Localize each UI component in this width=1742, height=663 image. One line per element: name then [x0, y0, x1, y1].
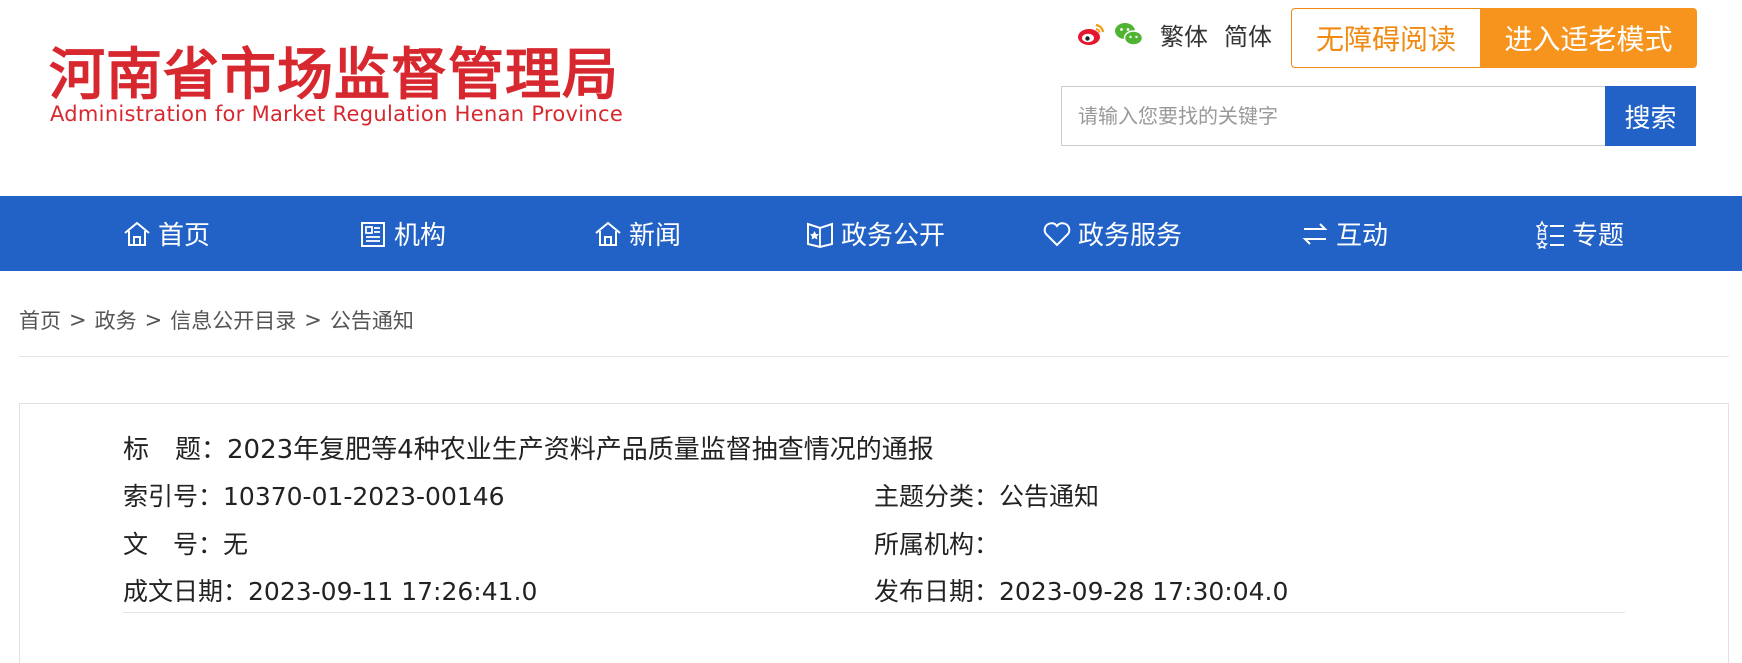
- published-date-label: 发布日期：: [874, 577, 1000, 606]
- doc-number-label: 文 号：: [123, 530, 224, 559]
- breadcrumb-divider: [19, 356, 1729, 357]
- published-date-row: 发布日期：2023-09-28 17:30:04.0: [874, 572, 1288, 608]
- nav-item-label: 政务服务: [1078, 221, 1183, 251]
- site-header: 河南省市场监督管理局 Administration for Market Reg…: [0, 0, 1742, 196]
- category-value: 公告通知: [999, 482, 1100, 511]
- top-tools: 繁体 简体: [1076, 14, 1280, 54]
- document-info-panel: 标 题：2023年复肥等4种农业生产资料产品质量监督抽查情况的通报 索引号：10…: [19, 403, 1729, 663]
- wechat-icon[interactable]: [1114, 19, 1144, 49]
- info-divider: [123, 612, 1625, 613]
- nav-item-service[interactable]: 政务服务: [1042, 196, 1182, 271]
- breadcrumb-item-home[interactable]: 首页: [19, 305, 61, 335]
- org-label: 所属机构：: [874, 530, 1000, 559]
- weibo-icon[interactable]: [1076, 19, 1106, 49]
- index-number-value: 10370-01-2023-00146: [223, 482, 505, 511]
- nav-item-home[interactable]: 首页: [122, 196, 210, 271]
- site-logo-en[interactable]: Administration for Market Regulation Hen…: [50, 102, 623, 126]
- document-title-row: 标 题：2023年复肥等4种农业生产资料产品质量监督抽查情况的通报: [123, 429, 934, 466]
- nav-item-label: 新闻: [629, 221, 682, 251]
- nav-item-label: 互动: [1336, 221, 1389, 251]
- nav-item-news[interactable]: 新闻: [593, 196, 681, 271]
- index-number-label: 索引号：: [123, 482, 224, 511]
- home-icon: [124, 221, 150, 246]
- category-row: 主题分类：公告通知: [874, 477, 1099, 513]
- lang-traditional-link[interactable]: 繁体: [1160, 17, 1208, 52]
- lang-simplified-link[interactable]: 简体: [1224, 17, 1272, 52]
- accessibility-button[interactable]: 无障碍阅读: [1291, 8, 1481, 68]
- nav-item-open-gov[interactable]: 政务公开: [805, 196, 945, 271]
- breadcrumb: 首页 > 政务 > 信息公开目录 > 公告通知: [19, 305, 414, 335]
- main-nav: 首页 机构 新闻 政务公开 政务服务 互动 专题: [0, 196, 1742, 271]
- breadcrumb-separator: >: [144, 308, 163, 332]
- exchange-icon: [1302, 222, 1328, 245]
- org-row: 所属机构：: [874, 525, 999, 561]
- created-date-row: 成文日期：2023-09-11 17:26:41.0: [123, 572, 537, 608]
- published-date-value: 2023-09-28 17:30:04.0: [999, 577, 1289, 606]
- search-input[interactable]: [1061, 86, 1606, 146]
- document-title-label: 标 题：: [123, 435, 228, 465]
- nav-item-org[interactable]: 机构: [358, 196, 446, 271]
- nav-item-label: 政务公开: [841, 221, 946, 251]
- elder-mode-button[interactable]: 进入适老模式: [1480, 8, 1697, 68]
- nav-item-label: 首页: [158, 221, 211, 251]
- org-icon: [361, 221, 385, 247]
- news-icon: [595, 221, 621, 246]
- topic-icon: [1536, 219, 1564, 249]
- breadcrumb-item-catalog[interactable]: 信息公开目录: [170, 305, 296, 335]
- created-date-label: 成文日期：: [123, 577, 249, 606]
- nav-item-interact[interactable]: 互动: [1300, 196, 1388, 271]
- heart-icon: [1043, 221, 1071, 246]
- breadcrumb-item-gov[interactable]: 政务: [95, 305, 137, 335]
- nav-item-label: 专题: [1572, 221, 1625, 251]
- breadcrumb-separator: >: [304, 308, 322, 332]
- doc-number-value: 无: [223, 530, 249, 559]
- nav-item-topic[interactable]: 专题: [1536, 196, 1624, 271]
- created-date-value: 2023-09-11 17:26:41.0: [248, 577, 538, 606]
- nav-item-label: 机构: [394, 221, 447, 251]
- search-button[interactable]: 搜索: [1605, 86, 1696, 146]
- site-logo-cn[interactable]: 河南省市场监督管理局: [49, 30, 619, 111]
- category-label: 主题分类：: [874, 482, 1000, 511]
- document-title-value: 2023年复肥等4种农业生产资料产品质量监督抽查情况的通报: [227, 435, 934, 465]
- doc-number-row: 文 号：无: [123, 525, 248, 561]
- breadcrumb-item-notice[interactable]: 公告通知: [330, 305, 414, 335]
- breadcrumb-separator: >: [69, 308, 87, 332]
- index-number-row: 索引号：10370-01-2023-00146: [123, 477, 505, 513]
- open-gov-icon: [807, 222, 833, 248]
